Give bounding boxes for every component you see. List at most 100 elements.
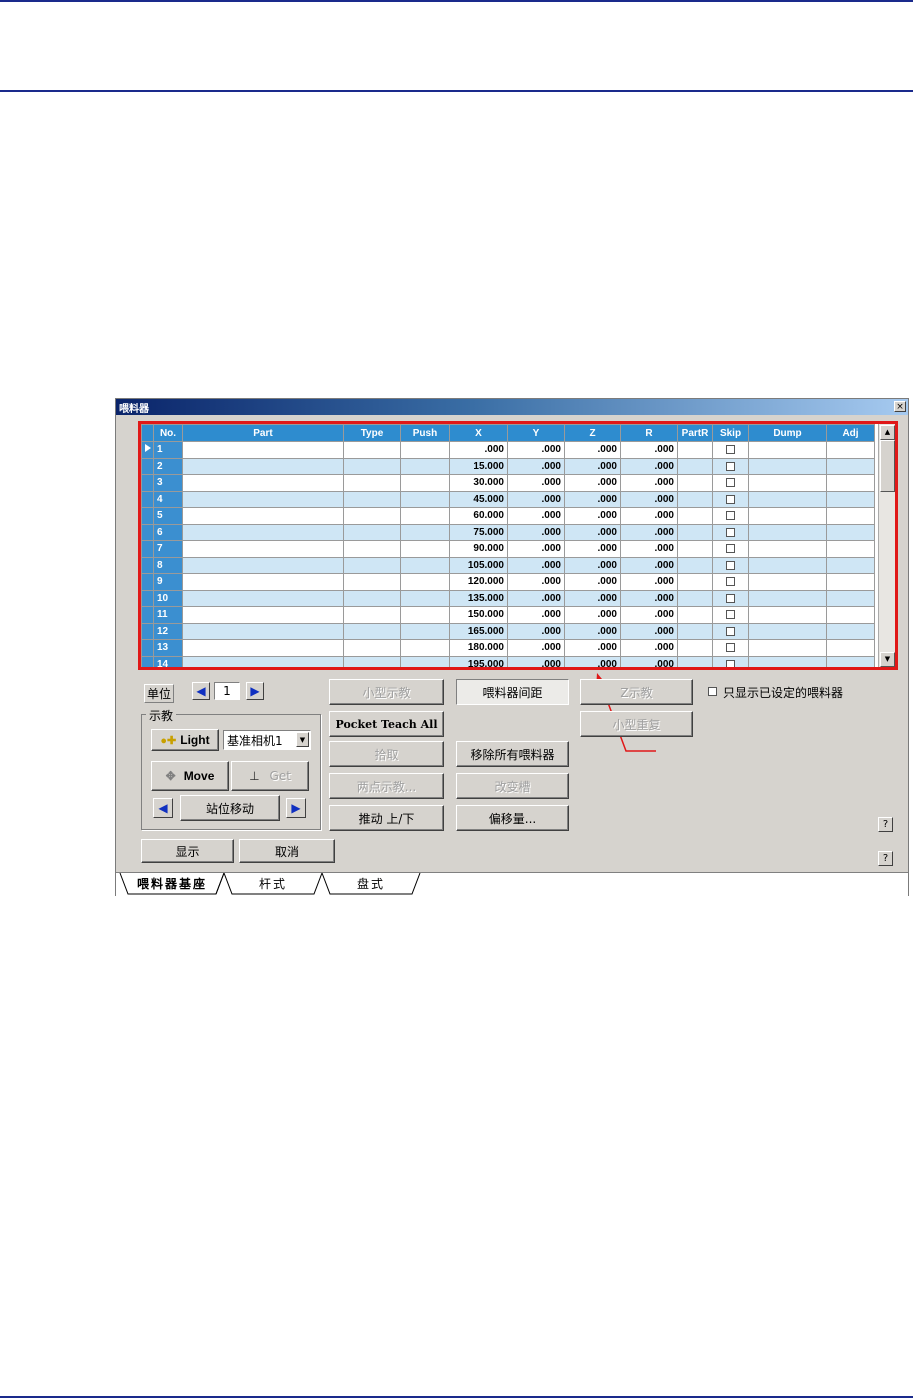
help-icon[interactable]: ? <box>878 851 893 866</box>
row-indicator[interactable] <box>141 639 154 657</box>
push-cell[interactable] <box>400 589 450 607</box>
push-cell[interactable] <box>400 622 450 640</box>
skip-checkbox[interactable] <box>726 478 735 488</box>
row-indicator[interactable] <box>141 540 154 558</box>
table-row[interactable]: 3 30.000.000.000.000 <box>141 474 875 492</box>
column-header[interactable]: Part <box>182 424 344 442</box>
skip-checkbox[interactable] <box>726 511 735 521</box>
r-cell[interactable]: .000 <box>620 490 678 508</box>
skip-cell[interactable] <box>712 556 749 574</box>
partr-cell[interactable] <box>677 490 713 508</box>
table-row[interactable]: 6 75.000.000.000.000 <box>141 523 875 541</box>
pocket-teach-all-button[interactable]: Pocket Teach All <box>329 711 444 737</box>
x-cell[interactable]: 135.000 <box>449 589 508 607</box>
skip-cell[interactable] <box>712 622 749 640</box>
skip-checkbox[interactable] <box>726 544 735 554</box>
skip-cell[interactable] <box>712 606 749 624</box>
row-indicator[interactable] <box>141 556 154 574</box>
column-header[interactable]: Z <box>564 424 621 442</box>
skip-checkbox[interactable] <box>726 626 735 636</box>
dump-cell[interactable] <box>748 589 827 607</box>
partr-cell[interactable] <box>677 540 713 558</box>
part-cell[interactable] <box>182 589 344 607</box>
y-cell[interactable]: .000 <box>507 622 565 640</box>
part-cell[interactable] <box>182 540 344 558</box>
get-button[interactable]: ⊥ Get <box>231 761 309 791</box>
push-cell[interactable] <box>400 507 450 525</box>
table-row[interactable]: 12 165.000.000.000.000 <box>141 622 875 640</box>
z-cell[interactable]: .000 <box>564 523 621 541</box>
y-cell[interactable]: .000 <box>507 573 565 591</box>
adj-cell[interactable] <box>826 639 875 657</box>
dump-cell[interactable] <box>748 655 827 667</box>
dump-cell[interactable] <box>748 441 827 459</box>
dump-cell[interactable] <box>748 490 827 508</box>
skip-checkbox[interactable] <box>726 560 735 570</box>
partr-cell[interactable] <box>677 606 713 624</box>
table-row[interactable]: 11 150.000.000.000.000 <box>141 606 875 624</box>
adj-cell[interactable] <box>826 457 875 475</box>
part-cell[interactable] <box>182 441 344 459</box>
x-cell[interactable]: 180.000 <box>449 639 508 657</box>
column-header[interactable]: Type <box>343 424 401 442</box>
x-cell[interactable]: 15.000 <box>449 457 508 475</box>
skip-checkbox[interactable] <box>726 643 735 653</box>
z-cell[interactable]: .000 <box>564 639 621 657</box>
type-cell[interactable] <box>343 441 401 459</box>
type-cell[interactable] <box>343 540 401 558</box>
part-cell[interactable] <box>182 474 344 492</box>
partr-cell[interactable] <box>677 622 713 640</box>
row-indicator[interactable] <box>141 655 154 667</box>
part-cell[interactable] <box>182 655 344 667</box>
column-header[interactable]: Y <box>507 424 565 442</box>
help-icon[interactable]: ? <box>878 817 893 832</box>
move-button[interactable]: ✥ Move <box>151 761 229 791</box>
z-cell[interactable]: .000 <box>564 556 621 574</box>
adj-cell[interactable] <box>826 622 875 640</box>
x-cell[interactable]: 45.000 <box>449 490 508 508</box>
y-cell[interactable]: .000 <box>507 441 565 459</box>
small-repeat-button[interactable]: 小型重复 <box>580 711 693 737</box>
type-cell[interactable] <box>343 490 401 508</box>
partr-cell[interactable] <box>677 573 713 591</box>
table-row[interactable]: 2 15.000.000.000.000 <box>141 457 875 475</box>
table-row[interactable]: 1.000.000.000.000 <box>141 441 875 459</box>
type-cell[interactable] <box>343 507 401 525</box>
table-row[interactable]: 7 90.000.000.000.000 <box>141 540 875 558</box>
type-cell[interactable] <box>343 622 401 640</box>
type-cell[interactable] <box>343 573 401 591</box>
skip-checkbox[interactable] <box>726 659 735 667</box>
part-cell[interactable] <box>182 490 344 508</box>
z-teach-button[interactable]: Z示教 <box>580 679 693 705</box>
change-slot-button[interactable]: 改变槽 <box>456 773 569 799</box>
partr-cell[interactable] <box>677 639 713 657</box>
r-cell[interactable]: .000 <box>620 474 678 492</box>
adj-cell[interactable] <box>826 540 875 558</box>
column-header[interactable]: PartR <box>677 424 713 442</box>
part-cell[interactable] <box>182 573 344 591</box>
push-cell[interactable] <box>400 490 450 508</box>
x-cell[interactable]: 75.000 <box>449 523 508 541</box>
type-cell[interactable] <box>343 589 401 607</box>
partr-cell[interactable] <box>677 441 713 459</box>
row-indicator[interactable] <box>141 490 154 508</box>
x-cell[interactable]: 30.000 <box>449 474 508 492</box>
adj-cell[interactable] <box>826 490 875 508</box>
pick-button[interactable]: 拾取 <box>329 741 444 767</box>
offset-button[interactable]: 偏移量... <box>456 805 569 831</box>
column-header[interactable]: Adj <box>826 424 875 442</box>
table-row[interactable]: 10 135.000.000.000.000 <box>141 589 875 607</box>
small-teach-button[interactable]: 小型示教 <box>329 679 444 705</box>
skip-checkbox[interactable] <box>726 461 735 471</box>
adj-cell[interactable] <box>826 606 875 624</box>
part-cell[interactable] <box>182 457 344 475</box>
z-cell[interactable]: .000 <box>564 540 621 558</box>
station-move-button[interactable]: 站位移动 <box>180 795 280 821</box>
push-cell[interactable] <box>400 655 450 667</box>
push-cell[interactable] <box>400 540 450 558</box>
skip-cell[interactable] <box>712 655 749 667</box>
feeder-pitch-button[interactable]: 喂料器间距 <box>456 679 569 705</box>
push-cell[interactable] <box>400 606 450 624</box>
column-header[interactable]: X <box>449 424 508 442</box>
push-cell[interactable] <box>400 523 450 541</box>
